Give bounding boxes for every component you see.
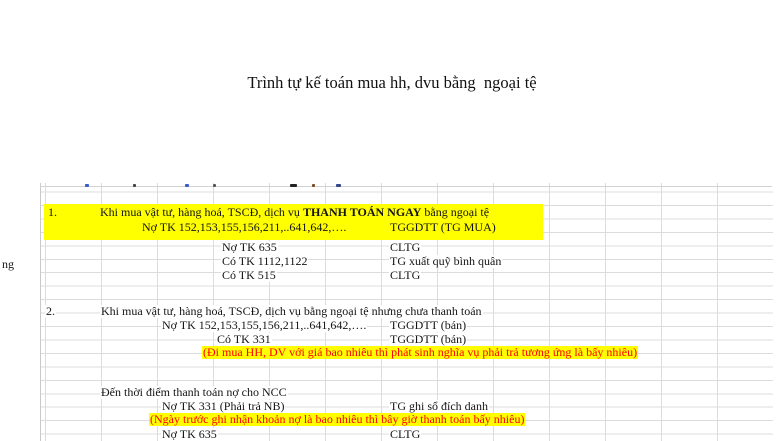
section1-heading-bold: THANH TOÁN NGAY [302,205,422,219]
section2-row3-account[interactable]: Nợ TK 635 [161,428,218,441]
section2-note2[interactable]: (Ngày trước ghi nhận khoản nợ là bao nhi… [149,413,526,426]
clipped-row-artifact [133,184,136,187]
page-title[interactable]: Trình tự kế toán mua hh, dvu bằng ngoại … [0,73,784,93]
grid-top-border [40,186,772,187]
section1-row2-rate[interactable]: TG xuất quỹ bình quân [389,255,503,268]
section2-row0-rate[interactable]: TGGDTT (bán) [389,319,468,332]
section1-row1-rate[interactable]: CLTG [389,241,422,254]
section2-row3-rate[interactable]: CLTG [389,428,422,441]
clipped-row-artifact [85,184,89,187]
section1-row0-rate[interactable]: TGGDTT (TG MUA) [389,221,497,234]
section1-row1-account[interactable]: Nợ TK 635 [221,241,278,254]
section2-note1[interactable]: (Đi mua HH, DV với giá bao nhiêu thì phá… [202,346,639,359]
section1-heading[interactable]: Khi mua vật tư, hàng hoá, TSCĐ, dịch vụ … [99,206,490,219]
section1-row0-account[interactable]: Nợ TK 152,153,155,156,211,..641,642,…. [141,221,347,234]
section2-row0-account[interactable]: Nợ TK 152,153,155,156,211,..641,642,…. [161,319,368,332]
section1-number[interactable]: 1. [47,206,58,219]
clipped-row-artifact [290,184,297,187]
section1-row3-account[interactable]: Có TK 515 [221,269,277,282]
clipped-row-artifact [312,184,315,187]
section1-heading-prefix: Khi mua vật tư, hàng hoá, TSCĐ, dịch vụ [100,205,303,219]
section2-subheading[interactable]: Đến thời điểm thanh toán nợ cho NCC [100,386,288,399]
section1-heading-suffix: bằng ngoại tệ [421,205,490,219]
clipped-row-artifact [213,184,216,187]
section2-number[interactable]: 2. [45,305,56,318]
document-page: Trình tự kế toán mua hh, dvu bằng ngoại … [0,0,784,441]
margin-text-fragment: ng [2,257,14,271]
section2-heading[interactable]: Khi mua vật tư, hàng hoá, TSCĐ, dịch vụ … [100,305,483,318]
section1-row2-account[interactable]: Có TK 1112,1122 [221,255,309,268]
section1-row3-rate[interactable]: CLTG [389,269,422,282]
clipped-row-artifact [336,184,341,187]
clipped-row-artifact [185,184,189,187]
